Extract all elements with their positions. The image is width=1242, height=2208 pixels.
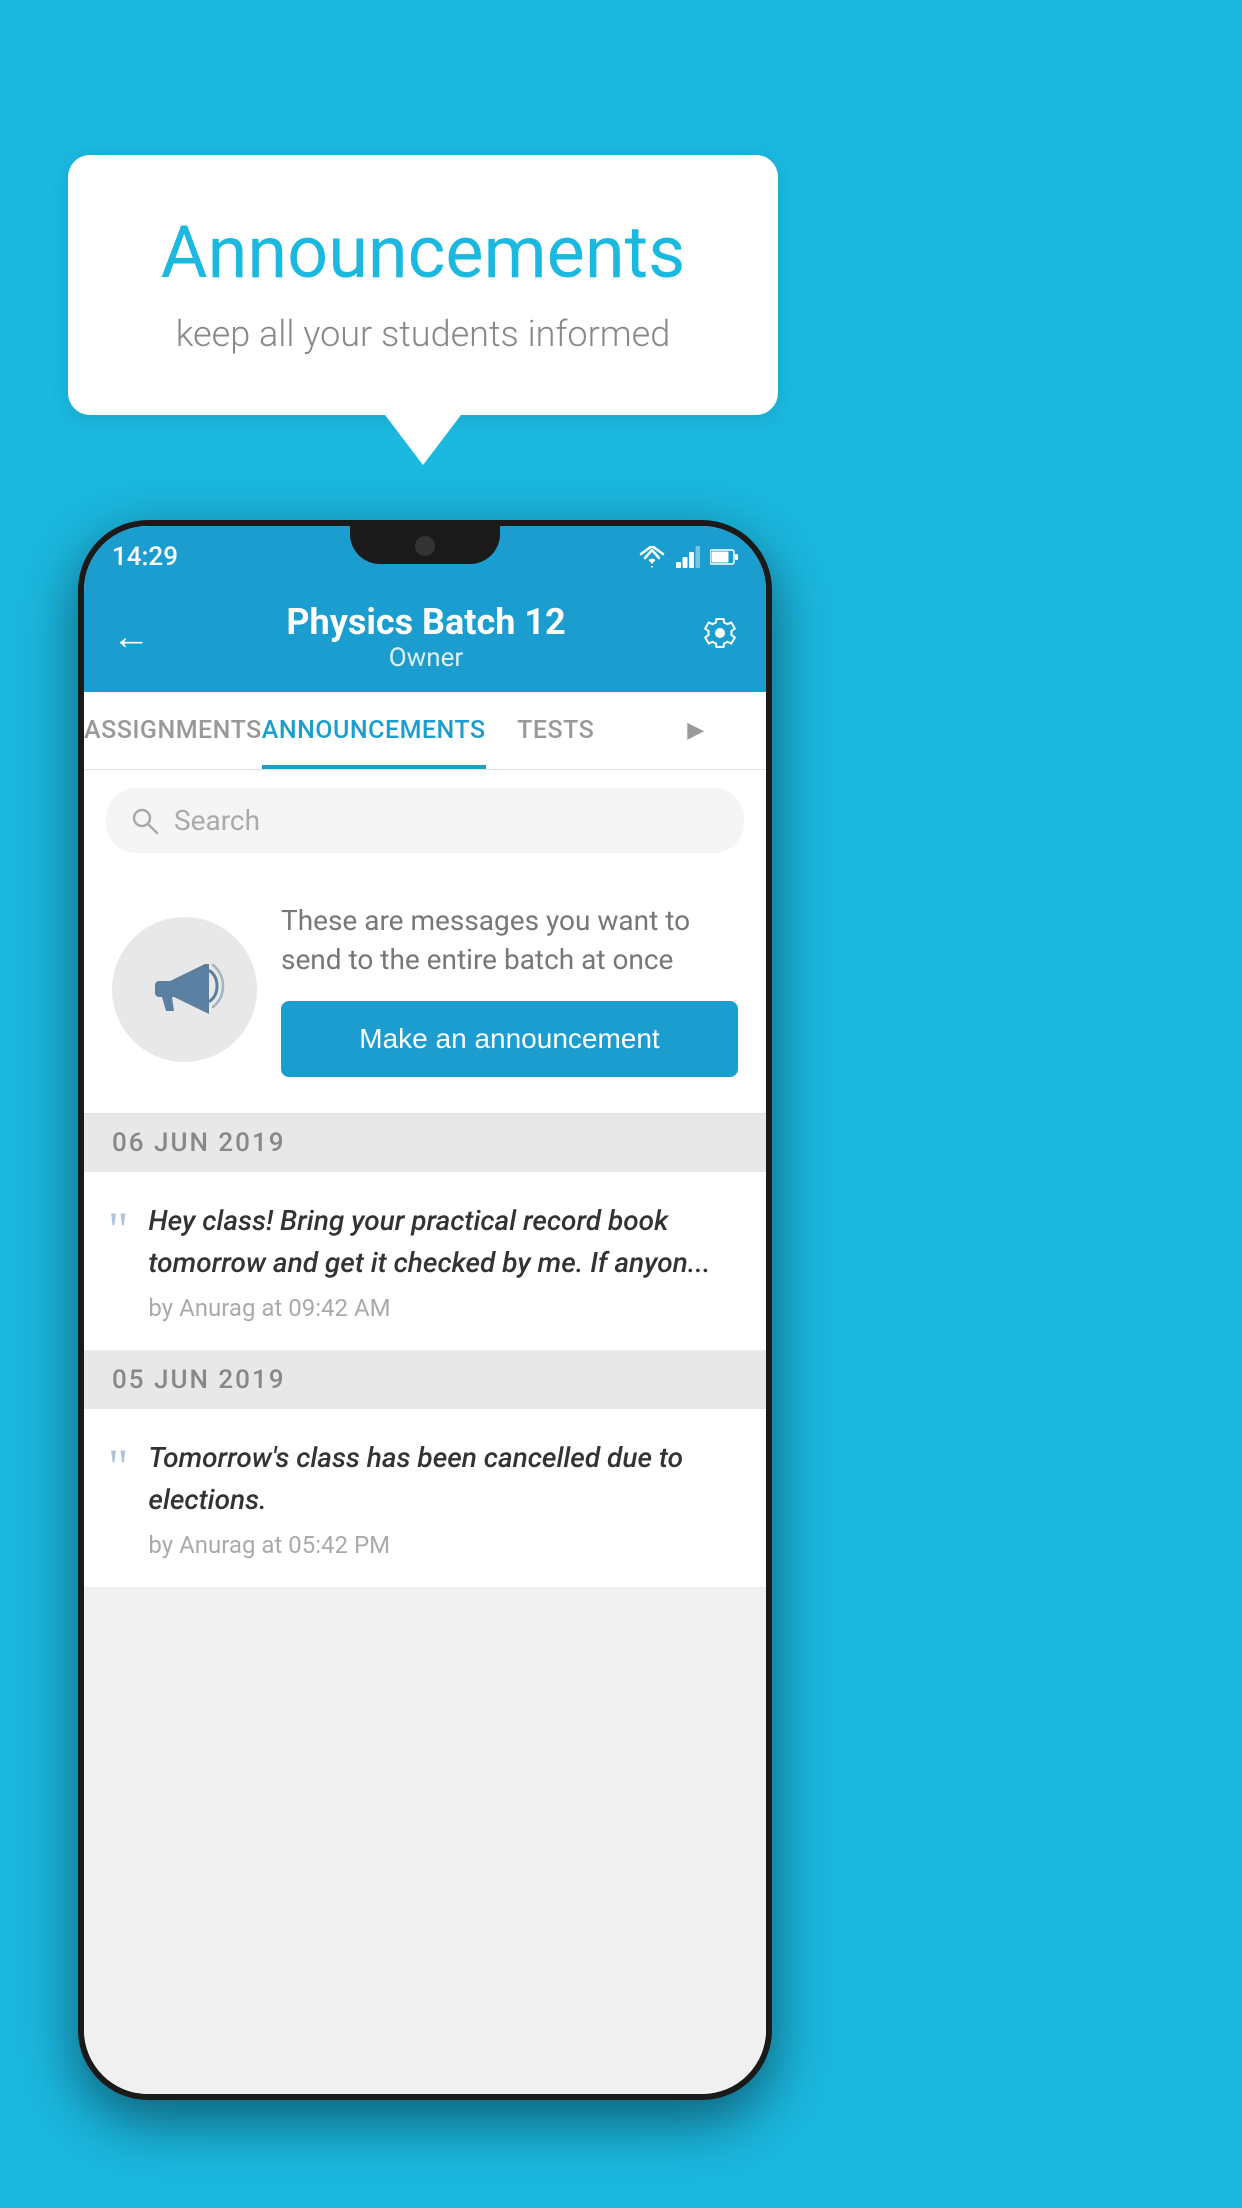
quote-icon-1: " [108,1204,128,1254]
make-announcement-button[interactable]: Make an announcement [281,1001,738,1077]
tab-assignments[interactable]: ASSIGNMENTS [84,692,262,769]
speech-bubble: Announcements keep all your students inf… [68,155,778,415]
phone-camera [415,536,435,556]
gear-icon [702,615,738,651]
announcement-content-2: Tomorrow's class has been cancelled due … [148,1437,738,1559]
tab-tests[interactable]: TESTS [486,692,626,769]
announcement-item-1[interactable]: " Hey class! Bring your practical record… [84,1172,766,1351]
announcement-meta-1: by Anurag at 09:42 AM [148,1294,738,1322]
promo-right: These are messages you want to send to t… [281,901,738,1077]
announcement-text-1: Hey class! Bring your practical record b… [148,1200,738,1284]
wifi-icon [638,546,666,568]
speech-bubble-container: Announcements keep all your students inf… [68,155,778,465]
header-title: Physics Batch 12 [286,601,565,643]
settings-button[interactable] [702,615,738,660]
header-center: Physics Batch 12 Owner [286,601,565,673]
search-placeholder: Search [174,804,260,837]
header-subtitle: Owner [286,643,565,673]
announcement-item-2[interactable]: " Tomorrow's class has been cancelled du… [84,1409,766,1588]
quote-icon-2: " [108,1441,128,1491]
phone-outer: 14:29 [78,520,772,2100]
speech-bubble-subtitle: keep all your students informed [128,313,718,355]
tabs-bar: ASSIGNMENTS ANNOUNCEMENTS TESTS ▶ [84,692,766,770]
announcement-content-1: Hey class! Bring your practical record b… [148,1200,738,1322]
content-area: Search These are messages you wa [84,770,766,2094]
status-time: 14:29 [112,542,178,572]
promo-card: These are messages you want to send to t… [84,871,766,1114]
tab-more[interactable]: ▶ [626,692,766,769]
phone-screen: 14:29 [84,526,766,2094]
tab-announcements[interactable]: ANNOUNCEMENTS [262,692,486,769]
announcement-text-2: Tomorrow's class has been cancelled due … [148,1437,738,1521]
promo-description: These are messages you want to send to t… [281,901,738,979]
search-container: Search [84,770,766,871]
app-header: ← Physics Batch 12 Owner [84,582,766,692]
speech-bubble-title: Announcements [128,210,718,295]
date-divider-1: 06 JUN 2019 [84,1114,766,1172]
battery-icon [710,548,738,566]
promo-icon-circle [112,917,257,1062]
phone-container: 14:29 [78,520,772,2100]
back-button[interactable]: ← [112,615,150,659]
date-divider-2: 05 JUN 2019 [84,1351,766,1409]
megaphone-icon [145,949,225,1029]
signal-icon [676,546,700,568]
announcement-meta-2: by Anurag at 05:42 PM [148,1531,738,1559]
search-icon [130,806,160,836]
status-icons [638,546,738,568]
speech-bubble-arrow [385,415,461,465]
search-bar[interactable]: Search [106,788,744,853]
